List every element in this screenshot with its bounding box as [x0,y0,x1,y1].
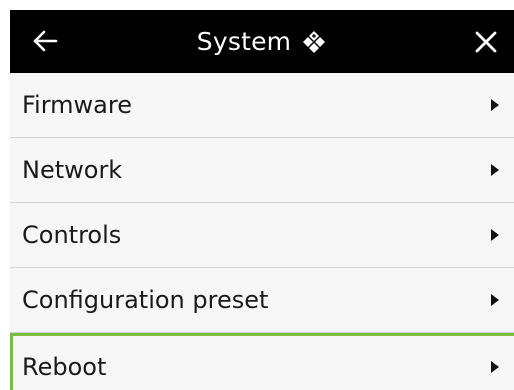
triangle-right-icon [491,229,499,241]
menu-item-label: Configuration preset [22,286,269,314]
menu-item-network[interactable]: Network [10,138,514,203]
menu-item-firmware[interactable]: Firmware [10,73,514,138]
title-group: System [10,10,514,73]
title-bar: System [10,10,514,73]
menu-item-label: Network [22,156,123,184]
four-diamond-settings-icon [303,30,326,53]
close-icon[interactable] [474,30,498,54]
menu-item-configuration-preset[interactable]: Configuration preset [10,268,514,333]
triangle-right-icon [491,99,499,111]
menu-item-label: Controls [22,221,122,249]
menu-item-label: Firmware [22,91,132,119]
triangle-right-icon [491,164,499,176]
system-screen: System Firmware Network Controls Configu… [0,0,514,390]
arrow-left-icon[interactable] [32,27,58,55]
triangle-right-icon [491,361,499,373]
menu-item-label: Reboot [22,353,107,381]
menu-item-reboot[interactable]: Reboot [10,333,514,390]
menu-item-controls[interactable]: Controls [10,203,514,268]
page-title: System [196,27,292,56]
system-menu: Firmware Network Controls Configuration … [10,73,514,390]
triangle-right-icon [491,294,499,306]
